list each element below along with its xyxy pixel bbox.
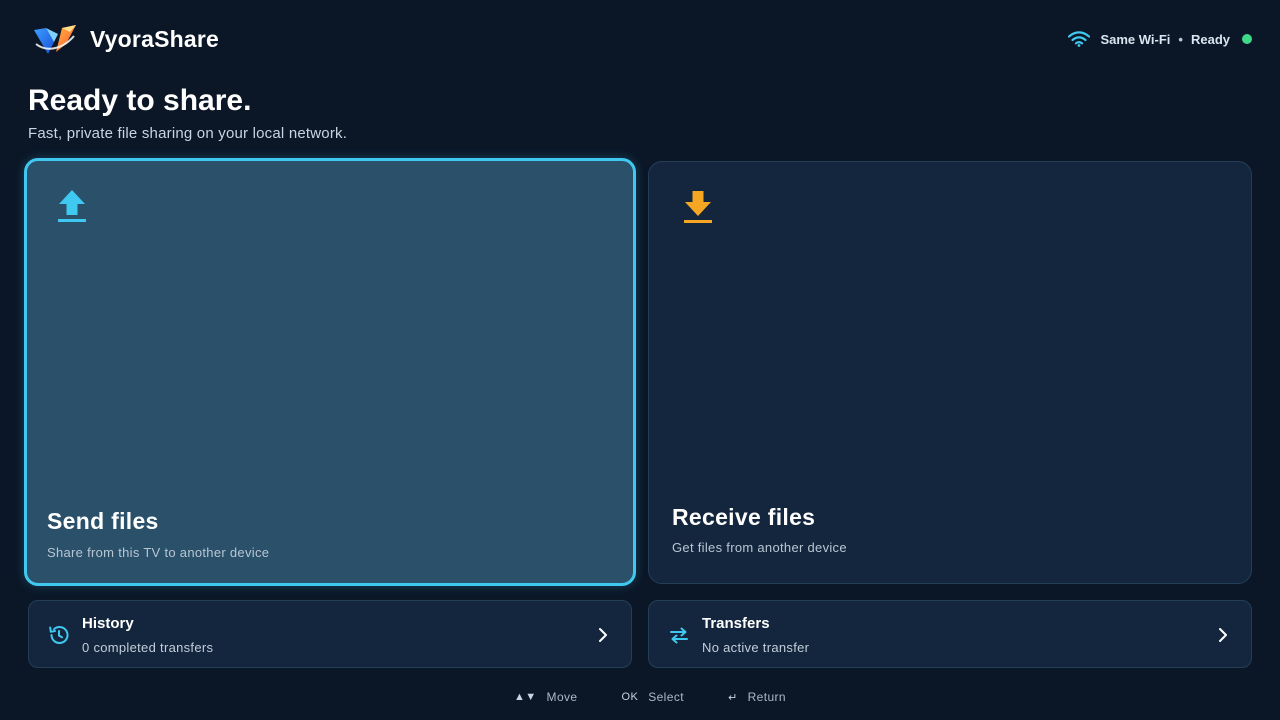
app-name: VyoraShare xyxy=(90,26,219,52)
history-tile[interactable]: History 0 completed transfers xyxy=(28,600,632,668)
page-subtitle: Fast, private file sharing on your local… xyxy=(28,125,348,142)
status-separator: • xyxy=(1178,31,1183,47)
status-label: Ready xyxy=(1190,31,1230,47)
wifi-icon xyxy=(1068,31,1091,47)
history-subtitle: 0 completed transfers xyxy=(82,640,214,655)
send-files-title: Send files xyxy=(47,508,159,534)
download-icon xyxy=(684,191,712,223)
move-key: ▲▼ xyxy=(513,691,537,703)
remote-control-hints: ▲▼ Move OK Select ↵ Return xyxy=(0,690,1280,704)
chevron-right-icon xyxy=(599,628,607,642)
chevron-right-icon xyxy=(1219,628,1227,642)
page-title: Ready to share. xyxy=(28,84,252,117)
select-label: Select xyxy=(648,690,684,704)
history-title: History xyxy=(82,615,134,632)
hint-select: OK Select xyxy=(602,690,684,704)
ready-indicator-dot xyxy=(1242,34,1252,44)
receive-files-card[interactable]: Receive files Get files from another dev… xyxy=(648,161,1252,584)
upload-icon xyxy=(58,190,86,222)
move-label: Move xyxy=(546,690,578,704)
send-files-card[interactable]: Send files Share from this TV to another… xyxy=(24,158,636,586)
connection-status: Same Wi-Fi • Ready xyxy=(1068,31,1252,47)
hint-move: ▲▼ Move xyxy=(494,690,578,704)
swap-arrows-icon xyxy=(670,627,688,644)
transfers-title: Transfers xyxy=(702,615,770,632)
return-key: ↵ xyxy=(727,691,738,704)
receive-files-title: Receive files xyxy=(672,504,816,530)
transfers-tile[interactable]: Transfers No active transfer xyxy=(648,600,1252,668)
app-header: VyoraShare Same Wi-Fi • Ready xyxy=(32,20,1252,60)
hint-return: ↵ Return xyxy=(708,690,786,704)
network-label: Same Wi-Fi xyxy=(1100,31,1171,47)
send-files-subtitle: Share from this TV to another device xyxy=(47,545,270,560)
transfers-subtitle: No active transfer xyxy=(702,640,810,655)
app-logo-icon xyxy=(34,25,76,54)
receive-files-subtitle: Get files from another device xyxy=(672,540,847,555)
select-key: OK xyxy=(621,691,639,703)
history-icon xyxy=(49,626,69,644)
return-label: Return xyxy=(747,690,787,704)
